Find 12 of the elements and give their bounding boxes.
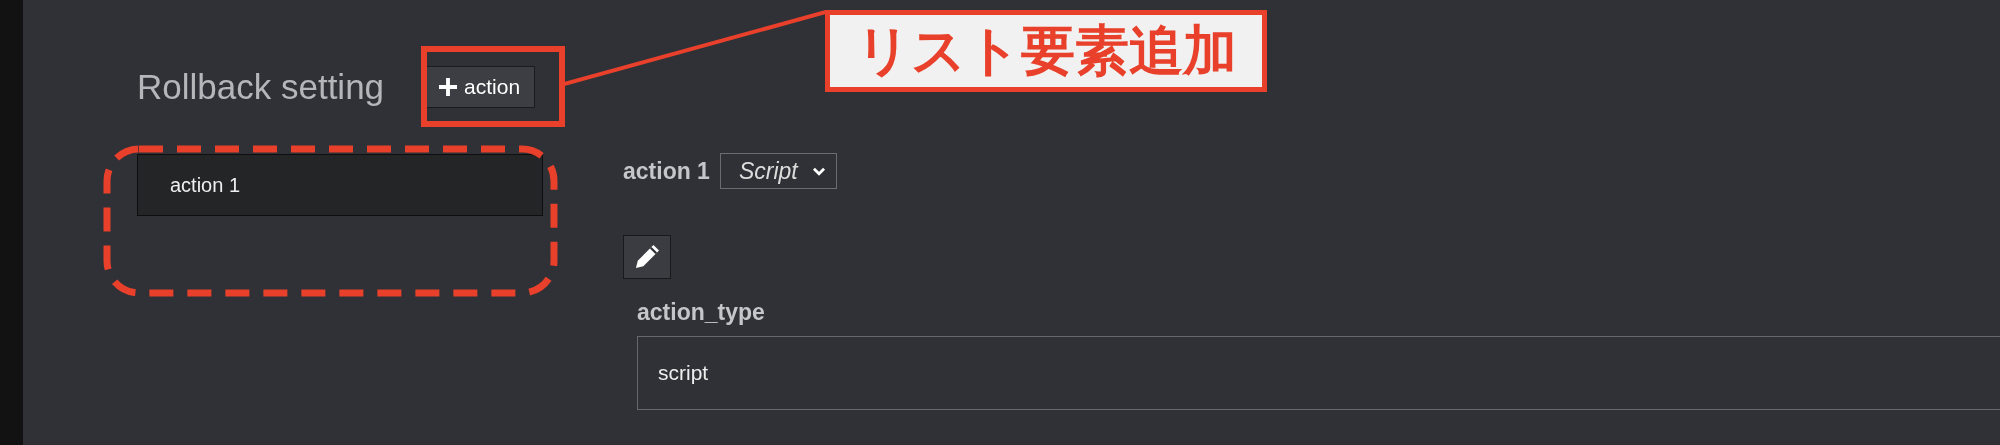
plus-icon (439, 78, 458, 96)
edit-button[interactable] (623, 235, 671, 279)
type-select[interactable]: Script (719, 153, 837, 189)
action-title: action 1 (623, 157, 710, 185)
list-item[interactable]: action 1 (137, 154, 543, 216)
input-field[interactable]: script (637, 336, 2000, 410)
section-title: Rollback setting (137, 67, 385, 107)
caret-icon (811, 166, 826, 176)
field-label: action_type (637, 299, 766, 326)
callout-label: リスト要素追加 (825, 10, 1267, 92)
pencil-icon (635, 245, 659, 269)
add-action-button[interactable]: action (424, 66, 536, 108)
